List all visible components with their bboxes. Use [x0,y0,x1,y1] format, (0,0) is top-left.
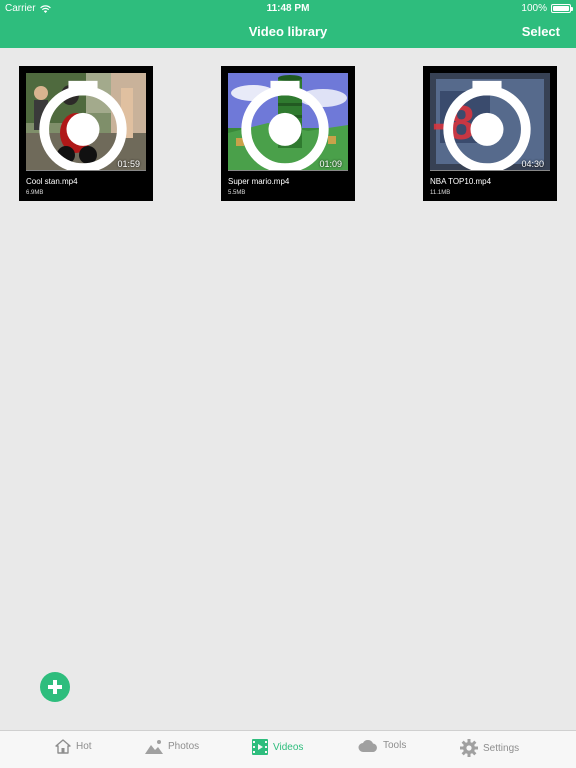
video-filename: NBA TOP10.mp4 [430,177,492,186]
thumbnail-divider [430,170,550,171]
tab-tools[interactable]: Tools [358,739,406,752]
video-filename: Super mario.mp4 [228,177,290,186]
video-filesize: 5.5MB [228,190,246,196]
video-card-super-mario[interactable]: 01:09 Super mario.mp4 5.5MB [221,66,355,201]
tab-photos[interactable]: Photos [145,739,199,754]
camera-icon [39,80,127,170]
thumbnail-divider [26,170,146,171]
tab-label: Hot [76,741,92,752]
video-card-nba-top10[interactable]: -8 04:30 NBA TOP10.mp4 11.1MB [423,66,557,201]
select-button[interactable]: Select [522,24,560,39]
battery-icon [551,4,573,13]
video-thumbnail: 01:09 [228,73,348,170]
video-card-cool-stan[interactable]: 01:59 Cool stan.mp4 6.9MB [19,66,153,201]
tab-videos[interactable]: Videos [252,739,303,755]
camera-icon [241,80,329,170]
status-bar: Carrier 11:48 PM 100% [0,0,576,16]
tab-label: Settings [483,742,520,754]
battery-group: 100% [521,3,573,14]
cloud-icon [358,740,377,752]
status-time: 11:48 PM [266,3,310,14]
home-icon [55,739,71,754]
battery-fill [553,6,569,11]
video-duration: 04:30 [521,159,544,169]
thumbnail-divider [228,170,348,171]
camera-icon [443,80,531,170]
tab-label: Photos [168,741,200,752]
tab-label: Videos [273,741,304,753]
video-duration: 01:59 [117,159,140,169]
page-title: Video library [248,24,328,39]
battery-percent: 100% [521,3,547,14]
video-filename: Cool stan.mp4 [26,177,78,186]
gear-icon [460,739,478,757]
tab-hot[interactable]: Hot [55,739,92,754]
tab-settings[interactable]: Settings [460,739,519,757]
nav-bar: Video library Select [0,16,576,48]
plus-icon [48,680,62,694]
video-duration: 01:09 [319,159,342,169]
video-filesize: 11.1MB [430,190,451,196]
video-icon [252,739,268,755]
video-filesize: 6.9MB [26,190,44,196]
video-thumbnail: 01:59 [26,73,146,170]
video-thumbnail: -8 04:30 [430,73,550,170]
tab-bar: Hot Photos Videos Tools Settings [0,730,576,768]
photo-icon [145,740,163,754]
add-video-button[interactable] [40,672,70,702]
top-bar: Carrier 11:48 PM 100% Video library Sele… [0,0,576,48]
tab-label: Tools [383,740,407,751]
